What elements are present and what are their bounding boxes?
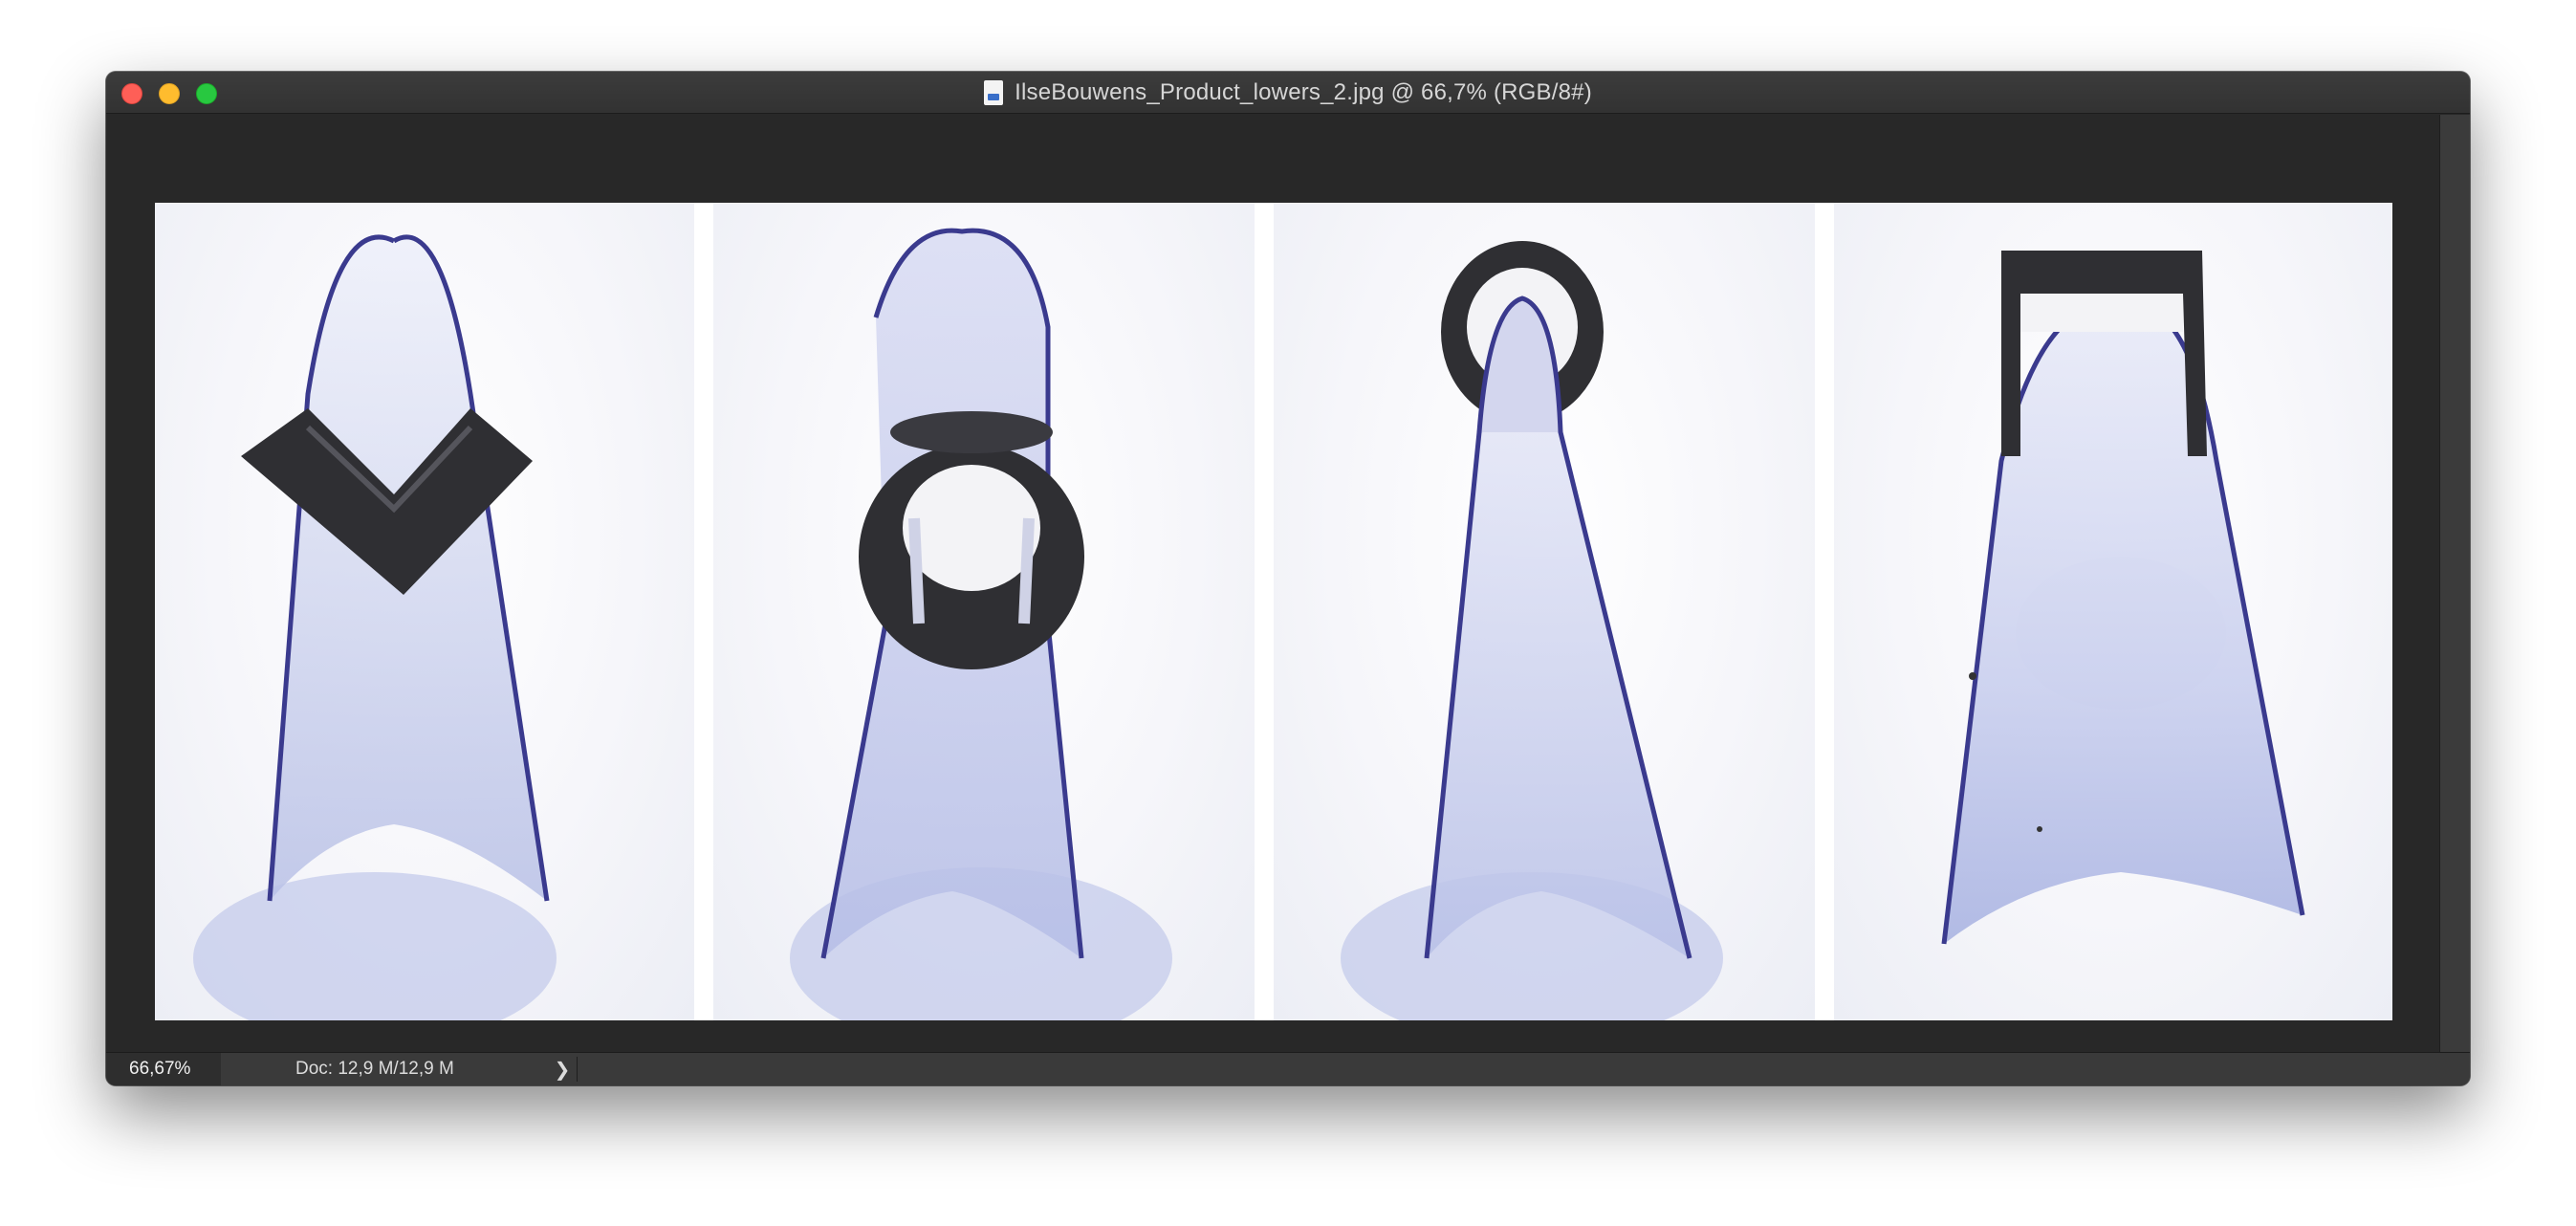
zoom-level-text: 66,67% xyxy=(129,1059,191,1079)
status-divider xyxy=(577,1057,578,1082)
panel-ring xyxy=(1274,203,1815,1020)
window-title: IlseBouwens_Product_lowers_2.jpg @ 66,7%… xyxy=(1015,79,1592,105)
document-image[interactable] xyxy=(155,203,2392,1020)
title-group: IlseBouwens_Product_lowers_2.jpg @ 66,7%… xyxy=(106,72,2470,114)
product-photo-round-tube xyxy=(790,228,1172,1020)
zoom-level-field[interactable]: 66,67% xyxy=(106,1053,221,1085)
product-photo-square-channel xyxy=(1941,251,2305,945)
photoshop-document-window: IlseBouwens_Product_lowers_2.jpg @ 66,7%… xyxy=(106,72,2470,1085)
status-bar: 66,67% Doc: 12,9 M/12,9 M ❯ xyxy=(106,1052,2470,1085)
status-menu-arrow-icon[interactable]: ❯ xyxy=(550,1053,575,1085)
panel-v-profile xyxy=(155,203,694,1020)
product-photo-ring xyxy=(1341,241,1723,1020)
vertical-scrollbar[interactable] xyxy=(2439,115,2470,1052)
panel-square-channel xyxy=(1834,203,2392,1020)
document-size-info[interactable]: Doc: 12,9 M/12,9 M xyxy=(295,1053,454,1085)
panel-round-tube xyxy=(713,203,1255,1020)
product-photo-v-profile xyxy=(193,234,557,1020)
title-bar[interactable]: IlseBouwens_Product_lowers_2.jpg @ 66,7%… xyxy=(106,72,2470,114)
document-image-icon xyxy=(984,80,1004,105)
